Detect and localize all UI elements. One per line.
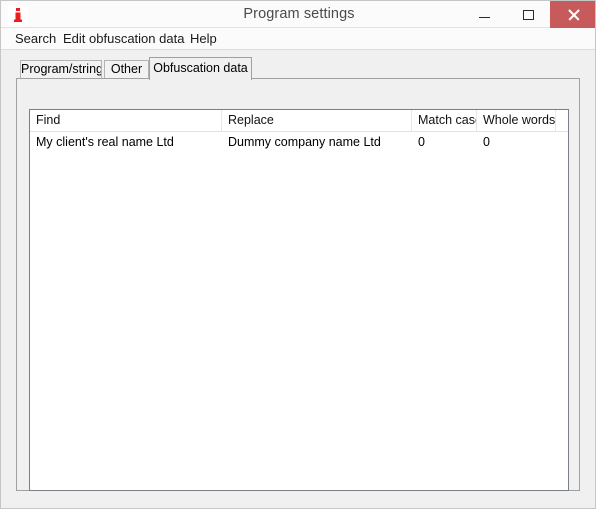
close-button[interactable]: [550, 1, 595, 28]
column-header-find[interactable]: Find: [30, 110, 222, 131]
menu-item-help[interactable]: Help: [185, 28, 222, 49]
maximize-icon: [522, 9, 534, 20]
column-header-match-case[interactable]: Match case: [412, 110, 477, 131]
tab-area: Program/string Other Obfuscation data Fi…: [16, 57, 580, 491]
tab-other[interactable]: Other: [104, 60, 149, 79]
cell-find: My client's real name Ltd: [36, 135, 174, 149]
tab-panel-obfuscation-data: Find Replace Match case Whole words My c…: [16, 78, 580, 491]
tab-program-string[interactable]: Program/string: [20, 60, 102, 79]
column-header-replace[interactable]: Replace: [222, 110, 412, 131]
obfuscation-data-list[interactable]: Find Replace Match case Whole words My c…: [29, 109, 569, 491]
menu-item-search[interactable]: Search: [10, 28, 61, 49]
minimize-icon: [478, 16, 490, 18]
info-icon: [8, 5, 28, 25]
maximize-button[interactable]: [506, 1, 550, 28]
program-settings-window: Program settings Search Edit obfuscation…: [0, 0, 596, 509]
close-icon: [568, 9, 580, 21]
list-header-row: Find Replace Match case Whole words: [30, 110, 568, 132]
table-row[interactable]: My client's real name Ltd Dummy company …: [30, 132, 568, 152]
tab-obfuscation-data[interactable]: Obfuscation data: [149, 57, 252, 80]
cell-match-case: 0: [418, 135, 425, 149]
tab-strip: Program/string Other Obfuscation data: [16, 57, 580, 80]
column-header-whole-words[interactable]: Whole words: [477, 110, 556, 131]
column-header-filler[interactable]: [556, 110, 568, 131]
menu-item-edit-obfuscation-data[interactable]: Edit obfuscation data: [58, 28, 189, 49]
menu-bar: Search Edit obfuscation data Help: [1, 28, 595, 50]
cell-replace: Dummy company name Ltd: [228, 135, 381, 149]
minimize-button[interactable]: [462, 1, 506, 28]
title-bar: Program settings: [1, 0, 595, 28]
cell-whole-words: 0: [483, 135, 490, 149]
